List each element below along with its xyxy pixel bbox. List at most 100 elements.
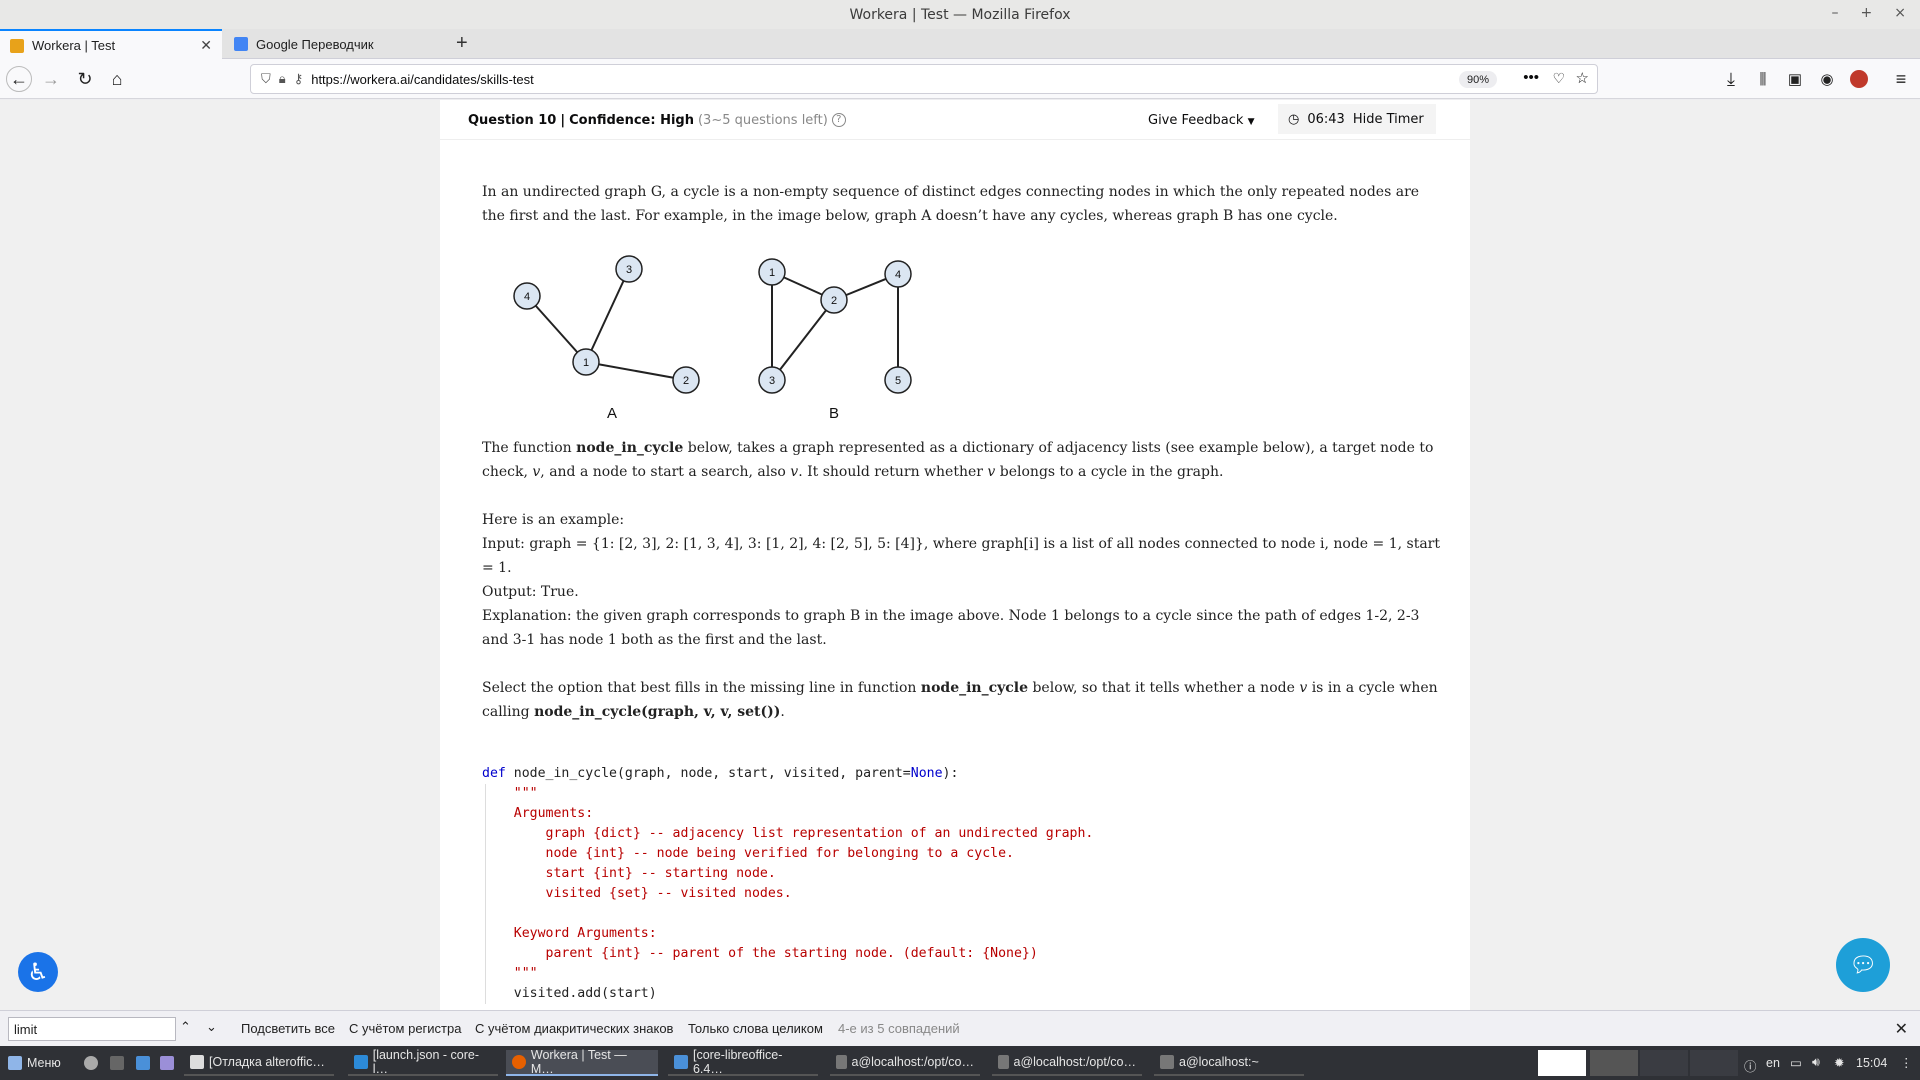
keyboard-layout[interactable]: en (1766, 1056, 1780, 1070)
task-item[interactable]: [launch.json - core-l… (348, 1048, 498, 1076)
browser-launcher-icon[interactable] (84, 1056, 98, 1070)
navigation-toolbar: ← → ↻ ⌂ ⛉ 🔒︎ ⚷ https://workera.ai/candid… (0, 59, 1920, 99)
url-text[interactable]: https://workera.ai/candidates/skills-tes… (311, 72, 534, 87)
clock[interactable]: 15:04 (1856, 1056, 1887, 1070)
graph-a-caption: A (607, 405, 617, 418)
maximize-icon[interactable]: + (1861, 5, 1873, 21)
files-launcher-icon[interactable] (136, 1056, 150, 1070)
tab-bar: Workera | Test ✕ Google Переводчик + (0, 29, 1920, 60)
task-item[interactable]: [Отладка alteroffic… (184, 1050, 334, 1076)
workspace-4[interactable] (1690, 1050, 1738, 1076)
workspace-3[interactable] (1640, 1050, 1688, 1076)
tab-label: Google Переводчик (256, 36, 374, 52)
task-item[interactable]: a@localhost:/opt/co… (830, 1050, 980, 1076)
window-titlebar: Workera | Test — Mozilla Firefox – + × (0, 0, 1920, 29)
find-input[interactable]: limit (8, 1017, 176, 1041)
close-window-icon[interactable]: × (1894, 5, 1906, 21)
app-launcher-icon[interactable] (160, 1056, 174, 1070)
menu-icon[interactable]: ≡ (1888, 66, 1914, 92)
tab-label: Workera | Test (32, 38, 116, 53)
question-content: In an undirected graph G, a cycle is a n… (482, 180, 1442, 1004)
reload-icon[interactable]: ↻ (72, 66, 98, 92)
code-line-6: start {int} -- starting node. (482, 866, 776, 881)
confidence-label: Confidence: High (569, 113, 694, 128)
task-item-active[interactable]: Workera | Test — M… (506, 1048, 658, 1076)
page-actions-icon[interactable]: ••• (1523, 69, 1539, 86)
code-line-11: """ (482, 966, 538, 981)
match-case-checkbox[interactable]: С учётом регистра (349, 1021, 461, 1036)
find-status: 4-е из 5 совпадений (838, 1021, 960, 1036)
task-paragraph: Select the option that best fills in the… (482, 680, 1438, 720)
close-tab-icon[interactable]: ✕ (200, 37, 212, 54)
match-diacritics-checkbox[interactable]: С учётом диакритических знаков (475, 1021, 673, 1036)
library-icon[interactable]: ⫼ (1750, 66, 1776, 92)
tab-google-translate[interactable]: Google Переводчик (224, 29, 446, 59)
intro-paragraph: In an undirected graph G, a cycle is a n… (482, 184, 1420, 224)
task-item[interactable]: a@localhost:/opt/co… (992, 1050, 1142, 1076)
example-block: Here is an example: Input: graph = {1: [… (482, 508, 1442, 652)
lock-icon[interactable]: 🔒︎ (279, 71, 286, 87)
task-item[interactable]: a@localhost:~ (1154, 1050, 1304, 1076)
sidebar-icon[interactable]: ▣ (1782, 66, 1808, 92)
code-line-1: def node_in_cycle(graph, node, start, vi… (482, 766, 959, 781)
bookmark-star-icon[interactable]: ☆ (1576, 69, 1589, 87)
separator: | (560, 113, 566, 128)
forward-icon[interactable]: → (38, 66, 64, 92)
function-name: node_in_cycle (576, 440, 684, 456)
network-info-icon[interactable]: ⓘ (1744, 1056, 1757, 1075)
call-signature: node_in_cycle(graph, v, v, set()) (534, 704, 781, 720)
graph-a-label-4: 4 (524, 291, 530, 303)
workera-favicon-icon (10, 38, 24, 53)
accessibility-icon[interactable]: ♿︎ (18, 952, 58, 992)
find-next-icon[interactable]: ⌄ (206, 1019, 217, 1035)
timer-box: ◷ 06:43 Hide Timer (1278, 104, 1436, 134)
code-line-2: """ (482, 786, 538, 801)
code-line-12: visited.add(start) (482, 986, 657, 1001)
hide-timer-button[interactable]: Hide Timer (1353, 112, 1424, 127)
new-tab-icon[interactable]: + (456, 32, 468, 55)
task-item[interactable]: [core-libreoffice-6.4… (668, 1048, 818, 1076)
code-line-10: parent {int} -- parent of the starting n… (482, 946, 1038, 961)
graph-b-label-3: 3 (769, 375, 775, 387)
back-icon[interactable]: ← (6, 66, 32, 92)
start-menu-button[interactable]: Меню (2, 1050, 67, 1076)
close-findbar-icon[interactable]: ✕ (1895, 1019, 1908, 1039)
feedback-label: Give Feedback (1148, 113, 1244, 128)
whole-words-checkbox[interactable]: Только слова целиком (688, 1021, 823, 1036)
tab-workera[interactable]: Workera | Test ✕ (0, 29, 222, 60)
graph-b-label-2: 2 (831, 295, 837, 307)
caret-down-icon: ▼ (1247, 117, 1255, 127)
terminal-launcher-icon[interactable] (110, 1056, 124, 1070)
graph-b-caption: B (829, 405, 839, 418)
downloads-icon[interactable]: ⤓ (1718, 66, 1744, 92)
workspace-1[interactable] (1538, 1050, 1586, 1076)
home-icon[interactable]: ⌂ (104, 66, 130, 92)
highlight-all-checkbox[interactable]: Подсветить все (241, 1021, 335, 1036)
display-icon[interactable]: ▭ (1790, 1055, 1802, 1070)
shield-icon[interactable]: ⛉ (261, 71, 271, 87)
account-icon[interactable]: ◉ (1814, 66, 1840, 92)
window-title: Workera | Test — Mozilla Firefox (849, 6, 1071, 23)
code-line-4: graph {dict} -- adjacency list represent… (482, 826, 1094, 841)
pocket-icon[interactable]: ♡ (1552, 70, 1565, 87)
minimize-icon[interactable]: – (1832, 5, 1839, 21)
zoom-level[interactable]: 90% (1458, 71, 1497, 88)
code-block: def node_in_cycle(graph, node, start, vi… (482, 764, 1442, 1004)
example-output: Output: True. (482, 584, 579, 600)
notifications-icon[interactable]: ⋮ (1900, 1055, 1913, 1070)
graph-a-label-1: 1 (583, 357, 589, 369)
workspace-2[interactable] (1590, 1050, 1638, 1076)
url-bar[interactable]: ⛉ 🔒︎ ⚷ https://workera.ai/candidates/ski… (250, 64, 1598, 94)
graph-b-label-4: 4 (895, 269, 901, 281)
graphs-figure: 4 3 1 2 1 2 4 3 5 A B (513, 255, 912, 418)
help-icon[interactable]: ? (831, 113, 846, 127)
chat-support-icon[interactable]: 💬︎ (1836, 938, 1890, 992)
settings-icon[interactable]: ✹ (1834, 1055, 1844, 1070)
volume-icon[interactable]: 🔊︎ (1812, 1055, 1820, 1070)
key-icon[interactable]: ⚷ (294, 71, 304, 87)
find-previous-icon[interactable]: ⌃ (180, 1019, 191, 1035)
give-feedback-button[interactable]: Give Feedback ▼ (1148, 113, 1254, 128)
find-bar: limit ⌃ ⌄ Подсветить все С учётом регист… (0, 1010, 1920, 1046)
question-card: Question 10 | Confidence: High (3~5 ques… (440, 100, 1470, 1010)
adblock-icon[interactable] (1846, 66, 1872, 92)
